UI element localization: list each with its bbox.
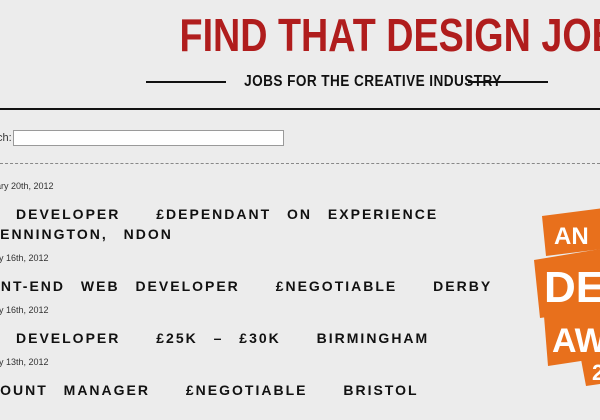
job-date: ry 16th, 2012: [0, 305, 49, 315]
badge-text-2: DE: [544, 263, 600, 312]
badge-text-1: AN: [554, 223, 589, 250]
job-title[interactable]: B DEVELOPER: [0, 206, 120, 222]
job-date: ry 16th, 2012: [0, 253, 49, 263]
job-list: ary 20th, 2012 B DEVELOPER £DEPENDANT ON…: [0, 180, 520, 408]
job-title-line[interactable]: COUNT MANAGER £NEGOTIABLE BRISTOL: [0, 380, 520, 400]
job-title-line[interactable]: ONT-END WEB DEVELOPER £NEGOTIABLE DERBY: [0, 276, 520, 296]
job-date: ry 13th, 2012: [0, 357, 49, 367]
job-location: BIRMINGHAM: [316, 330, 430, 346]
job-listing[interactable]: ry 16th, 2012 B DEVELOPER £25K – £30K BI…: [0, 304, 520, 356]
job-salary: £25K – £30K: [156, 330, 281, 346]
job-title[interactable]: COUNT MANAGER: [0, 382, 150, 398]
search-input[interactable]: [13, 130, 284, 146]
job-listing[interactable]: ry 16th, 2012 ONT-END WEB DEVELOPER £NEG…: [0, 252, 520, 304]
job-listing[interactable]: ry 13th, 2012 COUNT MANAGER £NEGOTIABLE …: [0, 356, 520, 408]
job-location: DERBY: [433, 278, 493, 294]
job-salary: £NEGOTIABLE: [275, 278, 398, 294]
badge-text-3: AW: [552, 322, 600, 360]
tagline-rule-left: [146, 81, 226, 83]
job-title[interactable]: B DEVELOPER: [0, 330, 120, 346]
job-title[interactable]: ONT-END WEB DEVELOPER: [0, 278, 240, 294]
job-date: ary 20th, 2012: [0, 181, 54, 191]
job-location: BRISTOL: [343, 382, 419, 398]
site-tagline: JOBS FOR THE CREATIVE INDUSTRY: [244, 73, 502, 90]
site-logo-title[interactable]: FIND THAT DESIGN JOB: [180, 7, 600, 63]
header-divider: [0, 108, 600, 110]
badge-text-4: 2: [592, 360, 600, 385]
tagline-row: JOBS FOR THE CREATIVE INDUSTRY: [146, 71, 548, 93]
job-salary: £DEPENDANT ON EXPERIENCE: [156, 206, 439, 222]
search-divider: [0, 163, 600, 164]
job-title-line[interactable]: B DEVELOPER £DEPENDANT ON EXPERIENCE KEN…: [0, 204, 520, 244]
tagline-rule-right: [468, 81, 548, 83]
job-listing[interactable]: ary 20th, 2012 B DEVELOPER £DEPENDANT ON…: [0, 180, 520, 252]
award-badge[interactable]: AN DE AW 2: [534, 190, 600, 420]
job-title-line[interactable]: B DEVELOPER £25K – £30K BIRMINGHAM: [0, 328, 520, 348]
job-location: KENNINGTON, NDON: [0, 226, 173, 242]
job-salary: £NEGOTIABLE: [185, 382, 308, 398]
search-label: ch:: [0, 132, 12, 144]
